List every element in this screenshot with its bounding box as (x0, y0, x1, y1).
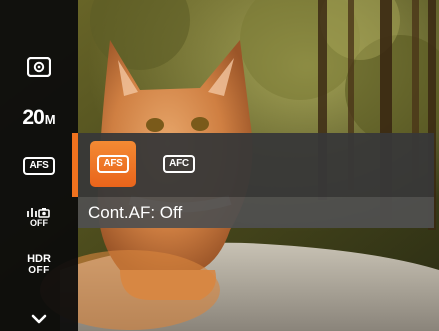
option-afs[interactable]: AFS (90, 141, 136, 187)
metering-icon (27, 57, 51, 77)
option-afc-label: AFC (163, 155, 195, 173)
image-size-unit: M (44, 111, 56, 127)
hdr-button[interactable]: HDR OFF (0, 250, 78, 280)
focus-mode-button[interactable]: AFS (0, 152, 78, 180)
submenu-status-text: Cont.AF: Off (78, 197, 434, 228)
hdr-label: HDR (27, 253, 51, 265)
continuous-shot-sub: OFF (30, 217, 48, 228)
focus-mode-submenu: AFS AFC Cont.AF: Off (72, 133, 434, 228)
option-afs-label: AFS (97, 155, 129, 173)
metering-mode-button[interactable] (0, 52, 78, 82)
option-afc[interactable]: AFC (156, 141, 202, 187)
submenu-options: AFS AFC (78, 133, 434, 197)
image-size-button[interactable]: 20 M (0, 102, 78, 132)
chevron-down-icon (31, 314, 47, 324)
more-button[interactable] (0, 308, 78, 330)
continuous-shot-button[interactable]: OFF (0, 198, 78, 234)
camera-screen: 20 M AFS OFF HDR OFF AFS AFC Cont.AF: Of… (0, 0, 439, 331)
hdr-label-stack: HDR OFF (27, 253, 51, 277)
settings-sidebar: 20 M AFS OFF HDR OFF (0, 0, 78, 331)
hdr-sub: OFF (28, 265, 50, 276)
focus-mode-label: AFS (23, 157, 55, 175)
image-size-number: 20 (22, 105, 44, 129)
image-size-value: 20 M (22, 107, 55, 128)
continuous-shot-icon (25, 205, 53, 219)
